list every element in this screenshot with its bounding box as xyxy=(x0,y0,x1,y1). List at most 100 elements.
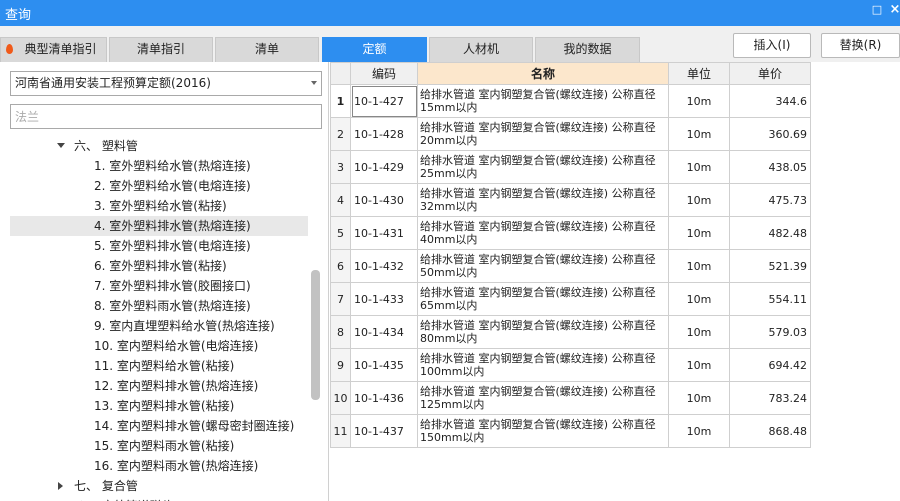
tree-item[interactable]: 6. 室外塑料排水管(粘接) xyxy=(10,256,308,276)
cell-unit[interactable]: 10m xyxy=(668,150,730,184)
cell-unit[interactable]: 10m xyxy=(668,282,730,316)
table-row[interactable]: 2 10-1-428 给排水管道 室内钢塑复合管(螺纹连接) 公称直径20mm以内 1… xyxy=(330,117,811,151)
search-input[interactable] xyxy=(10,104,322,129)
cell-code[interactable]: 10-1-427 xyxy=(350,84,418,118)
tree-item[interactable]: 2. 室外塑料给水管(电熔连接) xyxy=(10,176,308,196)
row-index[interactable]: 11 xyxy=(330,414,351,448)
row-index[interactable]: 3 xyxy=(330,150,351,184)
tab-list-guide[interactable]: 清单指引 xyxy=(109,37,213,62)
tree-category[interactable]: 八、 室外管道碰头 xyxy=(10,496,308,501)
cell-price[interactable]: 783.24 xyxy=(729,381,811,415)
cell-price[interactable]: 344.6 xyxy=(729,84,811,118)
row-index[interactable]: 8 xyxy=(330,315,351,349)
replace-button[interactable]: 替换(R) xyxy=(821,33,900,58)
cell-price[interactable]: 554.11 xyxy=(729,282,811,316)
tab-my-data[interactable]: 我的数据 xyxy=(535,37,640,62)
cell-code[interactable]: 10-1-434 xyxy=(350,315,418,349)
cell-code[interactable]: 10-1-436 xyxy=(350,381,418,415)
cell-price[interactable]: 475.73 xyxy=(729,183,811,217)
tree-item[interactable]: 13. 室内塑料排水管(粘接) xyxy=(10,396,308,416)
tab-labor-material-machine[interactable]: 人材机 xyxy=(429,37,533,62)
tree-category[interactable]: 六、 塑料管 xyxy=(10,136,308,156)
pane-divider[interactable] xyxy=(328,62,329,501)
cell-unit[interactable]: 10m xyxy=(668,183,730,217)
cell-unit[interactable]: 10m xyxy=(668,249,730,283)
cell-name[interactable]: 给排水管道 室内钢塑复合管(螺纹连接) 公称直径50mm以内 xyxy=(417,249,669,283)
cell-code[interactable]: 10-1-437 xyxy=(350,414,418,448)
table-row[interactable]: 10 10-1-436 给排水管道 室内钢塑复合管(螺纹连接) 公称直径125mm以… xyxy=(330,381,811,415)
row-index[interactable]: 10 xyxy=(330,381,351,415)
tree-category[interactable]: 七、 复合管 xyxy=(10,476,308,496)
quota-library-select[interactable]: 河南省通用安装工程预算定额(2016) xyxy=(10,71,322,96)
cell-name[interactable]: 给排水管道 室内钢塑复合管(螺纹连接) 公称直径100mm以内 xyxy=(417,348,669,382)
cell-price[interactable]: 579.03 xyxy=(729,315,811,349)
close-icon[interactable]: × xyxy=(884,0,900,22)
cell-name[interactable]: 给排水管道 室内钢塑复合管(螺纹连接) 公称直径150mm以内 xyxy=(417,414,669,448)
cell-code[interactable]: 10-1-435 xyxy=(350,348,418,382)
cell-price[interactable]: 360.69 xyxy=(729,117,811,151)
cell-name[interactable]: 给排水管道 室内钢塑复合管(螺纹连接) 公称直径32mm以内 xyxy=(417,183,669,217)
caret-down-icon[interactable] xyxy=(57,143,65,148)
cell-code[interactable]: 10-1-430 xyxy=(350,183,418,217)
tree-scrollbar[interactable] xyxy=(311,270,320,400)
cell-unit[interactable]: 10m xyxy=(668,381,730,415)
tree-item[interactable]: 15. 室内塑料雨水管(粘接) xyxy=(10,436,308,456)
cell-unit[interactable]: 10m xyxy=(668,84,730,118)
tab-list[interactable]: 清单 xyxy=(215,37,319,62)
row-index[interactable]: 2 xyxy=(330,117,351,151)
tree-item[interactable]: 7. 室外塑料排水管(胶圈接口) xyxy=(10,276,308,296)
cell-code[interactable]: 10-1-433 xyxy=(350,282,418,316)
cell-name[interactable]: 给排水管道 室内钢塑复合管(螺纹连接) 公称直径15mm以内 xyxy=(417,84,669,118)
cell-unit[interactable]: 10m xyxy=(668,117,730,151)
tree-item[interactable]: 12. 室内塑料排水管(热熔连接) xyxy=(10,376,308,396)
insert-button[interactable]: 插入(I) xyxy=(733,33,811,58)
table-row[interactable]: 4 10-1-430 给排水管道 室内钢塑复合管(螺纹连接) 公称直径32mm以内 1… xyxy=(330,183,811,217)
table-row[interactable]: 9 10-1-435 给排水管道 室内钢塑复合管(螺纹连接) 公称直径100mm以内… xyxy=(330,348,811,382)
cell-code[interactable]: 10-1-431 xyxy=(350,216,418,250)
tree-item[interactable]: 10. 室内塑料给水管(电熔连接) xyxy=(10,336,308,356)
cell-name[interactable]: 给排水管道 室内钢塑复合管(螺纹连接) 公称直径20mm以内 xyxy=(417,117,669,151)
tab-typical-list-guide[interactable]: 典型清单指引 xyxy=(0,37,107,62)
row-index[interactable]: 7 xyxy=(330,282,351,316)
table-row[interactable]: 5 10-1-431 给排水管道 室内钢塑复合管(螺纹连接) 公称直径40mm以内 1… xyxy=(330,216,811,250)
cell-name[interactable]: 给排水管道 室内钢塑复合管(螺纹连接) 公称直径25mm以内 xyxy=(417,150,669,184)
tree-item[interactable]: 14. 室内塑料排水管(螺母密封圈连接) xyxy=(10,416,308,436)
table-row[interactable]: 6 10-1-432 给排水管道 室内钢塑复合管(螺纹连接) 公称直径50mm以内 1… xyxy=(330,249,811,283)
tree-item[interactable]: 1. 室外塑料给水管(热熔连接) xyxy=(10,156,308,176)
row-index[interactable]: 5 xyxy=(330,216,351,250)
cell-code[interactable]: 10-1-432 xyxy=(350,249,418,283)
header-price[interactable]: 单价 xyxy=(729,62,811,85)
table-row[interactable]: 7 10-1-433 给排水管道 室内钢塑复合管(螺纹连接) 公称直径65mm以内 1… xyxy=(330,282,811,316)
tab-quota[interactable]: 定额 xyxy=(322,37,427,62)
cell-name[interactable]: 给排水管道 室内钢塑复合管(螺纹连接) 公称直径125mm以内 xyxy=(417,381,669,415)
cell-unit[interactable]: 10m xyxy=(668,315,730,349)
cell-name[interactable]: 给排水管道 室内钢塑复合管(螺纹连接) 公称直径80mm以内 xyxy=(417,315,669,349)
tree-item[interactable]: 3. 室外塑料给水管(粘接) xyxy=(10,196,308,216)
cell-unit[interactable]: 10m xyxy=(668,216,730,250)
table-row[interactable]: 8 10-1-434 给排水管道 室内钢塑复合管(螺纹连接) 公称直径80mm以内 1… xyxy=(330,315,811,349)
cell-name[interactable]: 给排水管道 室内钢塑复合管(螺纹连接) 公称直径65mm以内 xyxy=(417,282,669,316)
cell-price[interactable]: 482.48 xyxy=(729,216,811,250)
table-row[interactable]: 1 10-1-427 给排水管道 室内钢塑复合管(螺纹连接) 公称直径15mm以内 1… xyxy=(330,84,811,118)
cell-code[interactable]: 10-1-428 xyxy=(350,117,418,151)
row-index[interactable]: 4 xyxy=(330,183,351,217)
tree-item[interactable]: 8. 室外塑料雨水管(热熔连接) xyxy=(10,296,308,316)
row-index[interactable]: 1 xyxy=(330,84,351,118)
cell-unit[interactable]: 10m xyxy=(668,348,730,382)
cell-price[interactable]: 868.48 xyxy=(729,414,811,448)
tree-item[interactable]: 4. 室外塑料排水管(热熔连接) xyxy=(10,216,308,236)
header-unit[interactable]: 单位 xyxy=(668,62,730,85)
table-row[interactable]: 11 10-1-437 给排水管道 室内钢塑复合管(螺纹连接) 公称直径150mm以… xyxy=(330,414,811,448)
tree-item[interactable]: 5. 室外塑料排水管(电熔连接) xyxy=(10,236,308,256)
row-index[interactable]: 6 xyxy=(330,249,351,283)
table-row[interactable]: 3 10-1-429 给排水管道 室内钢塑复合管(螺纹连接) 公称直径25mm以内 1… xyxy=(330,150,811,184)
cell-price[interactable]: 438.05 xyxy=(729,150,811,184)
tree-item[interactable]: 16. 室内塑料雨水管(热熔连接) xyxy=(10,456,308,476)
cell-price[interactable]: 694.42 xyxy=(729,348,811,382)
tree-item[interactable]: 11. 室内塑料给水管(粘接) xyxy=(10,356,308,376)
caret-right-icon[interactable] xyxy=(58,482,63,490)
tree-item[interactable]: 9. 室内直埋塑料给水管(热熔连接) xyxy=(10,316,308,336)
header-code[interactable]: 编码 xyxy=(350,62,418,85)
row-index[interactable]: 9 xyxy=(330,348,351,382)
header-name[interactable]: 名称 xyxy=(417,62,669,85)
